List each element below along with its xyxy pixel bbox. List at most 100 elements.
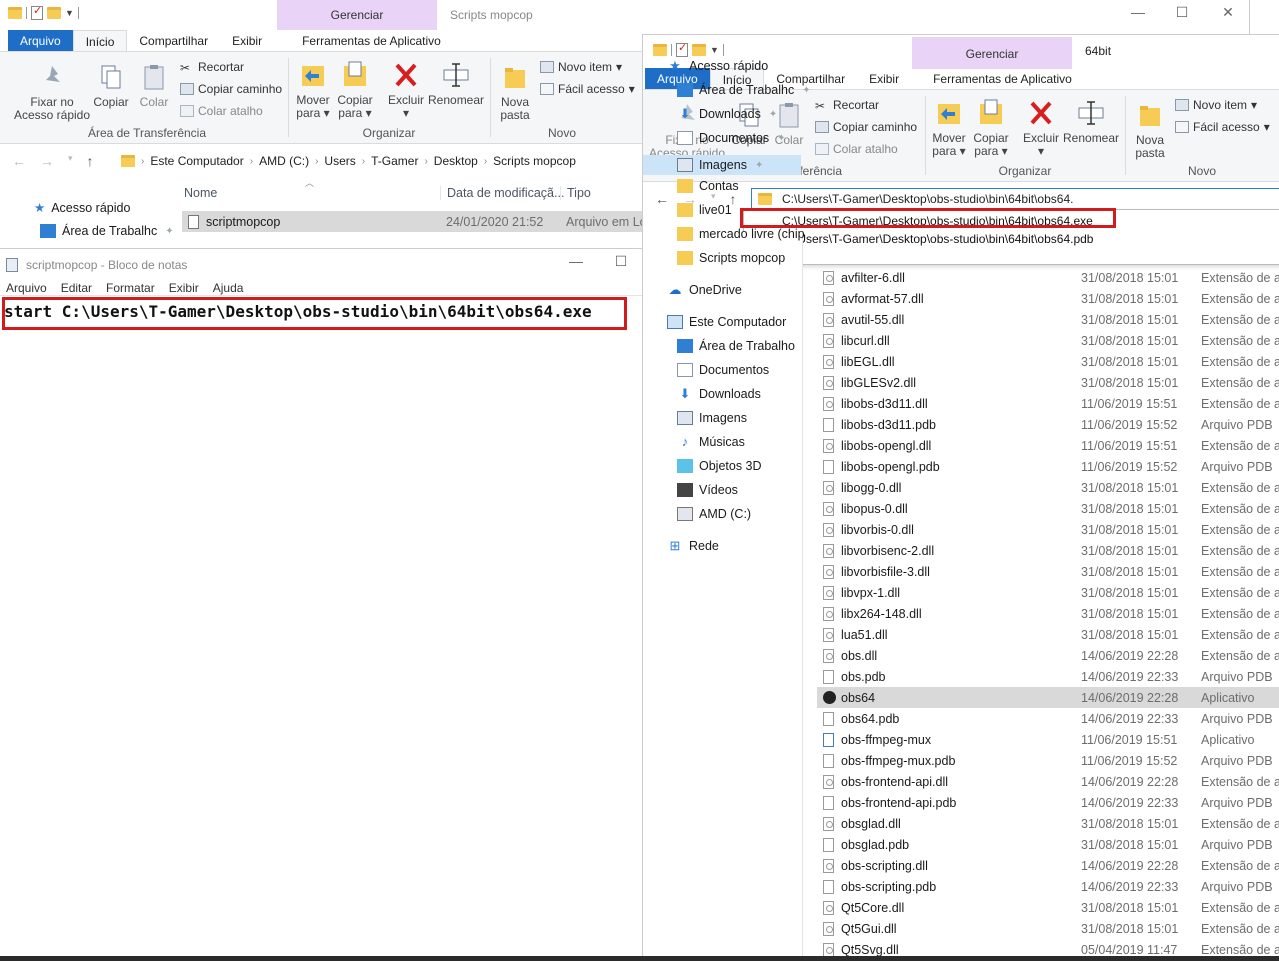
new-folder-icon[interactable] bbox=[692, 44, 706, 56]
breadcrumb-item[interactable]: AMD (C:) bbox=[259, 154, 309, 168]
sidebar-item-m-sicas[interactable]: ♪ Músicas bbox=[677, 435, 745, 450]
menu-ajuda[interactable]: Ajuda bbox=[213, 281, 244, 295]
table-row[interactable]: libcurl.dll 31/08/2018 15:01 Extensão de a… bbox=[817, 330, 1279, 351]
breadcrumb-item[interactable]: Desktop bbox=[434, 154, 478, 168]
table-row[interactable]: obsglad.dll 31/08/2018 15:01 Extensão de a… bbox=[817, 813, 1279, 834]
maximize-icon[interactable]: ☐ bbox=[1172, 4, 1192, 21]
up-arrow-icon[interactable]: ↑ bbox=[87, 153, 94, 169]
menu-editar[interactable]: Editar bbox=[61, 281, 92, 295]
manage-tab-header[interactable]: Gerenciar bbox=[912, 37, 1072, 69]
table-row[interactable]: obs-ffmpeg-mux.pdb 11/06/2019 15:52 Arquiv… bbox=[817, 750, 1279, 771]
table-row[interactable]: avformat-57.dll 31/08/2018 15:01 Extensão … bbox=[817, 288, 1279, 309]
table-row[interactable]: libvorbisenc-2.dll 31/08/2018 15:01 Extens… bbox=[817, 540, 1279, 561]
folder-icon[interactable] bbox=[653, 44, 667, 56]
column-header-name[interactable]: Nome bbox=[184, 186, 217, 200]
sidebar-item-acesso-r-pido[interactable]: ★ Acesso rápido bbox=[667, 59, 768, 74]
back-arrow-icon[interactable]: ← bbox=[12, 153, 26, 169]
text-editor[interactable] bbox=[0, 295, 642, 960]
table-row[interactable]: avfilter-6.dll 31/08/2018 15:01 Extensão d… bbox=[817, 267, 1279, 288]
sidebar-item-rede[interactable]: ⊞ Rede bbox=[667, 539, 719, 554]
breadcrumb[interactable]: › Este Computador › AMD (C:) › Users › T-Gam… bbox=[114, 150, 644, 172]
table-row[interactable]: libvpx-1.dll 31/08/2018 15:01 Extensão de … bbox=[817, 582, 1279, 603]
manage-tab-header[interactable]: Gerenciar bbox=[277, 0, 437, 30]
table-row[interactable]: libopus-0.dll 31/08/2018 15:01 Extensão de… bbox=[817, 498, 1279, 519]
table-row[interactable]: scriptmopcop 24/01/2020 21:52 Arquivo em… bbox=[182, 211, 647, 232]
sidebar-item-onedrive[interactable]: ☁ OneDrive bbox=[667, 283, 742, 298]
back-arrow-icon[interactable]: ← bbox=[655, 191, 669, 207]
table-row[interactable]: libvorbisfile-3.dll 31/08/2018 15:01 Exten… bbox=[817, 561, 1279, 582]
sidebar-item-quick-access[interactable]: ★ Acesso rápido bbox=[34, 200, 130, 216]
new-folder-icon[interactable] bbox=[47, 7, 61, 19]
tab-exibir[interactable]: Exibir bbox=[857, 68, 911, 89]
address-input[interactable]: C:\Users\T-Gamer\Desktop\obs-studio\bin\… bbox=[751, 188, 1279, 210]
table-row[interactable]: obs-frontend-api.dll 14/06/2019 22:28 Exte… bbox=[817, 771, 1279, 792]
table-row[interactable]: libogg-0.dll 31/08/2018 15:01 Extensão de … bbox=[817, 477, 1279, 498]
table-row[interactable]: Qt5Core.dll 31/08/2018 15:01 Extensão de a… bbox=[817, 897, 1279, 918]
table-row[interactable]: libobs-opengl.pdb 11/06/2019 15:52 Arquivo… bbox=[817, 456, 1279, 477]
tab-inicio[interactable]: Início bbox=[72, 30, 128, 51]
menu-formatar[interactable]: Formatar bbox=[106, 281, 155, 295]
sidebar-item-scripts-mopcop[interactable]: Scripts mopcop bbox=[677, 251, 785, 265]
tab-ferramentas[interactable]: Ferramentas de Aplicativo bbox=[290, 30, 453, 51]
sidebar-item-rea-de-trabalho[interactable]: Área de Trabalho bbox=[677, 339, 795, 353]
sidebar-item-este-computador[interactable]: Este Computador bbox=[667, 315, 786, 329]
table-row[interactable]: libvorbis-0.dll 31/08/2018 15:01 Extensão … bbox=[817, 519, 1279, 540]
table-row[interactable]: libobs-opengl.dll 11/06/2019 15:51 Extensã… bbox=[817, 435, 1279, 456]
sidebar-item-live01[interactable]: live01 bbox=[677, 203, 732, 217]
table-row[interactable]: libx264-148.dll 31/08/2018 15:01 Extensão … bbox=[817, 603, 1279, 624]
properties-icon[interactable] bbox=[676, 41, 688, 57]
sidebar-item-amd-c[interactable]: AMD (C:) bbox=[677, 507, 751, 521]
sidebar-item-desktop[interactable]: Área de Trabalhc ✦ bbox=[40, 224, 174, 238]
recent-locations-icon[interactable]: ▾ bbox=[68, 153, 73, 169]
table-row[interactable]: obs64.pdb 14/06/2019 22:33 Arquivo PDB bbox=[817, 708, 1279, 729]
table-row[interactable]: obs64 14/06/2019 22:28 Aplicativo bbox=[817, 687, 1279, 708]
table-row[interactable]: obs-ffmpeg-mux 11/06/2019 15:51 Aplicativo bbox=[817, 729, 1279, 750]
tab-arquivo[interactable]: Arquivo bbox=[8, 30, 73, 51]
sidebar-item-downloads[interactable]: ⬇ Downloads ✦ bbox=[677, 107, 778, 122]
close-icon[interactable]: ✕ bbox=[1218, 4, 1238, 21]
table-row[interactable]: obs-scripting.dll 14/06/2019 22:28 Extensã… bbox=[817, 855, 1279, 876]
forward-arrow-icon[interactable]: → bbox=[40, 153, 54, 169]
autocomplete-item-pdb[interactable]: C:\Users\T-Gamer\Desktop\obs-studio\bin\… bbox=[744, 230, 1279, 248]
table-row[interactable]: obsglad.pdb 31/08/2018 15:01 Arquivo PDB bbox=[817, 834, 1279, 855]
customize-qat-icon[interactable]: ▼ bbox=[710, 45, 719, 55]
table-row[interactable]: libEGL.dll 31/08/2018 15:01 Extensão de ap bbox=[817, 351, 1279, 372]
table-row[interactable]: obs.pdb 14/06/2019 22:33 Arquivo PDB bbox=[817, 666, 1279, 687]
minimize-icon[interactable]: — bbox=[1128, 4, 1148, 20]
title-bar[interactable]: ▼ Gerenciar Scripts mopcop — ☐ ✕ bbox=[0, 0, 1249, 30]
sidebar-item-contas[interactable]: Contas bbox=[677, 179, 739, 193]
table-row[interactable]: libGLESv2.dll 31/08/2018 15:01 Extensão de… bbox=[817, 372, 1279, 393]
tab-compartilhar[interactable]: Compartilhar bbox=[127, 30, 220, 51]
properties-icon[interactable] bbox=[31, 4, 43, 20]
table-row[interactable]: avutil-55.dll 31/08/2018 15:01 Extensão de… bbox=[817, 309, 1279, 330]
sidebar-item-rea-de-trabalhc[interactable]: Área de Trabalhc ✦ bbox=[677, 83, 811, 97]
sidebar-item-objetos-3d[interactable]: Objetos 3D bbox=[677, 459, 762, 473]
table-row[interactable]: Qt5Gui.dll 31/08/2018 15:01 Extensão de ap bbox=[817, 918, 1279, 939]
sidebar-item-imagens[interactable]: Imagens ✦ bbox=[643, 155, 801, 175]
breadcrumb-item[interactable]: Scripts mopcop bbox=[493, 154, 576, 168]
customize-qat-icon[interactable]: ▼ bbox=[65, 8, 74, 18]
breadcrumb-item[interactable]: Users bbox=[324, 154, 355, 168]
table-row[interactable]: lua51.dll 31/08/2018 15:01 Extensão de ap bbox=[817, 624, 1279, 645]
breadcrumb-item[interactable]: T-Gamer bbox=[371, 154, 418, 168]
column-header-type[interactable]: Tipo bbox=[560, 186, 591, 200]
menu-arquivo[interactable]: Arquivo bbox=[6, 281, 47, 295]
sidebar-item-documentos[interactable]: Documentos ✦ bbox=[677, 131, 786, 145]
menu-exibir[interactable]: Exibir bbox=[169, 281, 199, 295]
table-row[interactable]: obs.dll 14/06/2019 22:28 Extensão de ap bbox=[817, 645, 1279, 666]
tab-exibir[interactable]: Exibir bbox=[220, 30, 274, 51]
sidebar-item-v-deos[interactable]: Vídeos bbox=[677, 483, 738, 497]
sidebar-item-downloads[interactable]: ⬇ Downloads bbox=[677, 387, 761, 402]
tab-ferramentas[interactable]: Ferramentas de Aplicativo bbox=[921, 68, 1084, 89]
minimize-icon[interactable]: — bbox=[566, 253, 586, 269]
table-row[interactable]: obs-scripting.pdb 14/06/2019 22:33 Arquivo… bbox=[817, 876, 1279, 897]
folder-icon[interactable] bbox=[8, 7, 22, 19]
table-row[interactable]: libobs-d3d11.dll 11/06/2019 15:51 Extensão… bbox=[817, 393, 1279, 414]
maximize-icon[interactable]: ☐ bbox=[611, 253, 631, 270]
table-row[interactable]: obs-frontend-api.pdb 14/06/2019 22:33 Arqu… bbox=[817, 792, 1279, 813]
table-row[interactable]: Qt5Svg.dll 05/04/2019 11:47 Extensão de ap bbox=[817, 939, 1279, 956]
column-header-date[interactable]: Data de modificaçã... bbox=[440, 186, 564, 200]
breadcrumb-item[interactable]: Este Computador bbox=[150, 154, 243, 168]
sidebar-item-mercado-livre-chip[interactable]: mercado livre (chip bbox=[677, 227, 805, 241]
table-row[interactable]: libobs-d3d11.pdb 11/06/2019 15:52 Arquivo … bbox=[817, 414, 1279, 435]
